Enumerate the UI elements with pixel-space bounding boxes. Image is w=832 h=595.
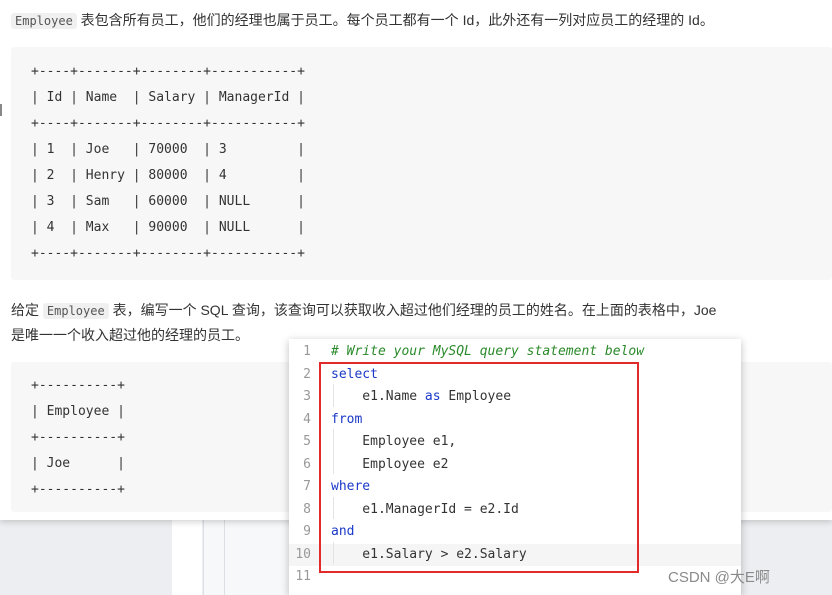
- line-number: 7: [303, 479, 311, 494]
- table-line: | Id | Name | Salary | ManagerId |: [31, 90, 305, 105]
- background-panel: [203, 520, 294, 595]
- result-line: +----------+: [31, 378, 125, 393]
- line-number: 3: [303, 389, 311, 404]
- task-paragraph-line2: 是唯一一个收入超过他的经理的员工。: [11, 327, 249, 343]
- code-text[interactable]: # Write your MySQL query statement below: [331, 341, 644, 364]
- background-panel: [172, 520, 202, 595]
- task-prefix: 给定: [11, 302, 43, 318]
- line-number: 4: [303, 411, 311, 427]
- result-line: +----------+: [31, 430, 125, 445]
- line-number: 11: [295, 569, 311, 584]
- result-line: +----------+: [31, 482, 125, 497]
- scroll-marker: [0, 104, 2, 116]
- table-line: +----+-------+--------+-----------+: [31, 246, 305, 261]
- task-paragraph-line1: 给定 Employee 表，编写一个 SQL 查询，该查询可以获取收入超过他们经…: [11, 298, 716, 324]
- line-number: 9: [303, 524, 311, 539]
- code-highlight-box: [319, 362, 639, 573]
- result-line: | Joe |: [31, 456, 125, 471]
- inline-code-employee: Employee: [42, 303, 109, 319]
- code-comment: # Write your MySQL query statement below: [331, 344, 645, 359]
- intro-paragraph: Employee 表包含所有员工，他们的经理也属于员工。每个员工都有一个 Id，…: [11, 8, 714, 34]
- table-line: | 4 | Max | 90000 | NULL |: [31, 220, 305, 235]
- table-line: | 3 | Sam | 60000 | NULL |: [31, 194, 305, 209]
- table-line: | 1 | Joe | 70000 | 3 |: [31, 142, 305, 157]
- table-line: | 2 | Henry | 80000 | 4 |: [31, 168, 305, 183]
- line-number: 5: [303, 434, 311, 449]
- watermark: CSDN @大E啊: [668, 569, 770, 586]
- editor-line[interactable]: 1 # Write your MySQL query statement belo…: [289, 341, 741, 364]
- line-number: 8: [303, 501, 311, 517]
- line-number: 6: [303, 456, 311, 472]
- line-number: 1: [303, 344, 311, 359]
- inline-code-employee: Employee: [11, 13, 77, 29]
- intro-text: 表包含所有员工，他们的经理也属于员工。每个员工都有一个 Id，此外还有一列对应员…: [76, 12, 714, 28]
- background-divider: [224, 520, 225, 595]
- line-number: 2: [303, 366, 311, 382]
- table-line: +----+-------+--------+-----------+: [31, 64, 305, 79]
- table-line: +----+-------+--------+-----------+: [31, 116, 305, 131]
- result-line: | Employee |: [31, 404, 125, 419]
- employee-table-block: +----+-------+--------+-----------+ | Id…: [11, 47, 832, 280]
- line-number: 10: [295, 546, 311, 562]
- task-text: 表，编写一个 SQL 查询，该查询可以获取收入超过他们经理的员工的姓名。在上面的…: [108, 302, 717, 318]
